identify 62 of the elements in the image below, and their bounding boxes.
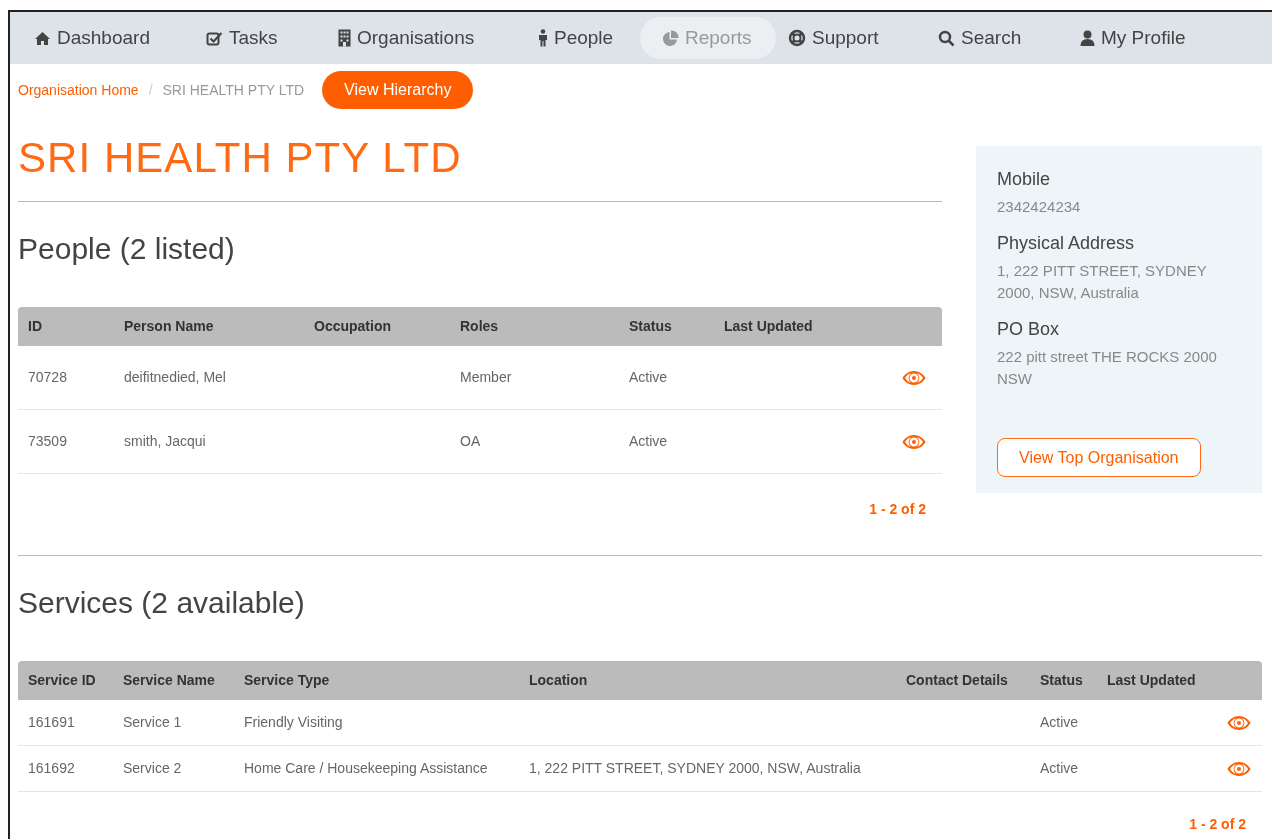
breadcrumb-separator: / [148, 80, 153, 100]
checkbox-icon [206, 30, 223, 46]
view-icon[interactable] [902, 433, 926, 450]
view-icon[interactable] [902, 369, 926, 386]
nav-item[interactable]: People [526, 17, 640, 59]
nav-item[interactable]: Tasks [194, 17, 326, 59]
table-cell-text: Service 2 [123, 759, 183, 778]
table-cell-text: Active [1040, 713, 1080, 732]
breadcrumb-current: SRI HEALTH PTY LTD [162, 80, 305, 100]
section-heading: People (2 listed) [18, 231, 236, 267]
field-label: PO Box [997, 318, 1061, 341]
table-cell-text: smith, Jacqui [124, 432, 207, 451]
table-cell-text: Friendly Visiting [244, 713, 344, 732]
column-header: Location [529, 671, 589, 690]
column-header: Status [629, 317, 673, 336]
pagination-label: 1 - 2 of 2 [869, 500, 926, 519]
nav-item[interactable]: Dashboard [22, 17, 194, 59]
column-header: Occupation [314, 317, 392, 336]
lifebuoy-icon [788, 29, 806, 47]
building-icon [338, 29, 351, 47]
column-header: Service ID [28, 671, 97, 690]
field-label: Mobile [997, 168, 1052, 191]
column-header: Contact Details [906, 671, 1009, 690]
pie-chart-icon [662, 29, 679, 47]
column-header: Roles [460, 317, 500, 336]
field-value: 2342424234 [997, 197, 1082, 217]
nav-item[interactable]: My Profile [1068, 17, 1218, 59]
field-label: Physical Address [997, 232, 1136, 255]
view-icon[interactable] [1227, 760, 1251, 777]
nav-item[interactable]: Support [776, 17, 926, 59]
table-cell-text: Home Care / Housekeeping Assistance [244, 759, 489, 778]
search-icon [938, 29, 955, 47]
table-cell-text: 1, 222 PITT STREET, SYDNEY 2000, NSW, Australia [529, 759, 862, 778]
home-icon [34, 30, 51, 46]
column-header: Service Name [123, 671, 216, 690]
table-cell-text: OA [460, 432, 482, 451]
nav-item[interactable]: Organisations [326, 17, 526, 59]
table-cell-text: Active [629, 432, 669, 451]
table-cell-text: 161691 [28, 713, 76, 732]
organisation-title: SRI HEALTH PTY LTD [18, 137, 463, 179]
table-cell-text: 161692 [28, 759, 76, 778]
field-value: 1, 222 PITT STREET, SYDNEY 2000, NSW, Australia [997, 261, 1208, 303]
field-value: 222 pitt street THE ROCKS 2000 NSW [997, 347, 1218, 389]
column-header: Last Updated [724, 317, 814, 336]
section-heading: Services (2 available) [18, 585, 306, 621]
pagination-label: 1 - 2 of 2 [1189, 815, 1246, 834]
table-cell-text: 70728 [28, 368, 68, 387]
person-icon [538, 29, 548, 47]
table-cell-text: Active [629, 368, 669, 387]
table-cell-text: deifitnedied, Mel [124, 368, 227, 387]
view-icon[interactable] [1227, 714, 1251, 731]
nav-item[interactable]: Search [926, 17, 1068, 59]
column-header: Service Type [244, 671, 331, 690]
column-header: Status [1040, 671, 1084, 690]
column-header: Person Name [124, 317, 215, 336]
table-cell-text: Active [1040, 759, 1080, 778]
table-cell-text: Member [460, 368, 513, 387]
table-cell-text: Service 1 [123, 713, 183, 732]
user-icon [1080, 30, 1095, 46]
table-cell-text: 73509 [28, 432, 68, 451]
column-header: ID [28, 317, 43, 336]
column-header: Last Updated [1107, 671, 1197, 690]
